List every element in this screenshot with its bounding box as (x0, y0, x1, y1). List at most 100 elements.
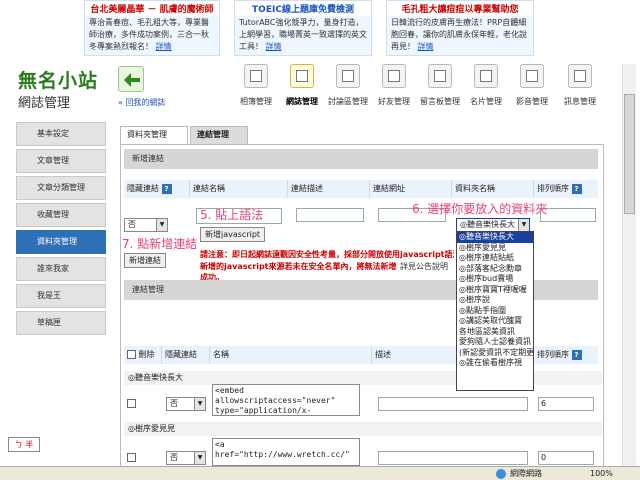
folder-option[interactable]: ◎樹序連結貼紙 (457, 253, 533, 264)
toolbar-media[interactable]: 影音管理 (508, 64, 556, 107)
folder-option[interactable]: ◎講認美取代醜寶 (457, 316, 533, 327)
album-icon (244, 64, 268, 88)
row-delete-checkbox[interactable] (127, 453, 136, 462)
new-javascript-button[interactable]: 新增javascript (200, 227, 266, 242)
ad-more-link[interactable]: 詳情 (156, 42, 172, 51)
add-link-button[interactable]: 新增連結 (124, 253, 166, 268)
row-order-input[interactable]: 6 (538, 397, 594, 411)
folder-option[interactable]: 愛狗隨人士認養資訊 (457, 337, 533, 348)
link-desc-input[interactable] (296, 208, 364, 222)
header-link-desc: 連結描述 (288, 180, 370, 198)
toolbar-label: 訊息管理 (564, 97, 596, 106)
folder-option[interactable]: (新認愛資訊不定期更 (457, 348, 533, 359)
folder-option[interactable]: ◎樹序愛見見 (457, 243, 533, 254)
row-code-textarea[interactable]: <a href="http://www.wretch.cc/" (212, 438, 360, 466)
status-zone: 網際網路 (496, 467, 542, 480)
toolbar-label: 留言板管理 (420, 97, 460, 106)
chevron-down-icon: ▼ (194, 398, 205, 410)
toolbar-guestbook[interactable]: 留言板管理 (416, 64, 464, 107)
guestbook-icon (428, 64, 452, 88)
help-icon[interactable]: ? (571, 349, 582, 360)
ime-indicator[interactable]: ㄅ 半 (8, 437, 40, 452)
blog-icon (290, 64, 314, 88)
ad-banner-3[interactable]: 毛孔粗大讓痘痘以專業幫助您 日韓流行的皮膚再生療法！PRP自體細胞回春，讓你的肌… (386, 0, 534, 56)
category-row: ◎樹序愛見見 (124, 422, 602, 436)
tab-folders[interactable]: 資料夾管理 (120, 126, 188, 144)
sidebar-item-king[interactable]: 我是王 (16, 284, 106, 308)
folder-option[interactable]: ◎聽音樂快長大 (457, 232, 533, 243)
annotation-step5: 5. 貼上語法 (200, 208, 264, 222)
folder-option[interactable]: ◎樹序寶寶T裡喔喔 (457, 285, 533, 296)
toolbar-label: 影音管理 (516, 97, 548, 106)
js-notice-line1: 請注意：即日起網誌遠觀因安全性考量，採部分開放使用javascript語法， (200, 250, 454, 259)
ad-title: 毛孔粗大讓痘痘以專業幫助您 (387, 1, 533, 16)
sidebar-item-visitors[interactable]: 誰來我家 (16, 257, 106, 281)
row-delete-checkbox[interactable] (127, 399, 136, 408)
back-arrow-icon[interactable] (118, 66, 144, 92)
folder-option[interactable]: ◎部落客紀念勳章 (457, 264, 533, 275)
help-icon[interactable]: ? (571, 183, 582, 194)
toolbar-label: 名片管理 (470, 97, 502, 106)
sidebar: 基本設定 文章管理 文章分類管理 收藏管理 資料夾管理 誰來我家 我是王 草稿匣 (16, 122, 106, 338)
header-name: 名稱 (210, 346, 372, 364)
folder-option[interactable]: ◎誰在偷看樹序視 (457, 358, 533, 369)
notice-detail-link[interactable]: 詳見公告說明 (400, 261, 448, 272)
help-icon[interactable]: ? (161, 183, 172, 194)
forum-icon (336, 64, 360, 88)
header-delete: 刪除 (124, 346, 162, 364)
ad-banner-2[interactable]: TOEIC線上題庫免費檢測 TutorABC強化競爭力，量身打造，上網學習，職場… (234, 0, 372, 56)
scrollbar-thumb[interactable] (624, 94, 635, 214)
sidebar-item-categories[interactable]: 文章分類管理 (16, 176, 106, 200)
chevron-down-icon: ▼ (518, 219, 529, 231)
sidebar-item-favorites[interactable]: 收藏管理 (16, 203, 106, 227)
folder-dropdown-list[interactable]: ◎聽音樂快長大 ◎樹序愛見見 ◎樹序連結貼紙 ◎部落客紀念勳章 ◎樹序bud賣場… (456, 231, 534, 391)
row-order-input[interactable]: 0 (538, 451, 594, 465)
toolbar-forum[interactable]: 討論區管理 (324, 64, 372, 107)
row-code-textarea[interactable]: <embed allowscriptaccess="never" type="a… (212, 384, 360, 416)
globe-icon (496, 469, 506, 479)
ad-banner-1[interactable]: 台北美麗晶華 － 肌膚的魔術師 專治青春痘、毛孔粗大等，專業醫師治療，多件成功案… (84, 0, 220, 56)
row-desc-input[interactable] (378, 451, 528, 465)
toolbar-messages[interactable]: 訊息管理 (556, 64, 604, 107)
sidebar-item-drafts[interactable]: 草稿匣 (16, 311, 106, 335)
status-bar: 網際網路 100% (0, 466, 640, 480)
delete-all-checkbox[interactable] (127, 350, 136, 359)
page-scrollbar[interactable] (622, 64, 636, 466)
tab-links[interactable]: 連結管理 (190, 126, 248, 144)
header-order: 排列順序 ? (534, 180, 598, 198)
folder-option[interactable]: 各地區認美資訊 (457, 327, 533, 338)
folder-select[interactable]: ◎聽音樂快長大 ▼ (456, 218, 530, 232)
chevron-down-icon: ▼ (194, 452, 205, 464)
ad-more-link[interactable]: 詳情 (418, 42, 434, 51)
row-hide-select[interactable]: 否 ▼ (166, 451, 206, 465)
sidebar-item-articles[interactable]: 文章管理 (16, 149, 106, 173)
hide-select[interactable]: 否 ▼ (124, 218, 168, 232)
row-hide-select[interactable]: 否 ▼ (166, 397, 206, 411)
page-title: 網誌管理 (18, 96, 71, 111)
sidebar-item-settings[interactable]: 基本設定 (16, 122, 106, 146)
sidebar-item-folders[interactable]: 資料夾管理 (16, 230, 106, 254)
folder-option[interactable]: ◎點點手指圍 (457, 306, 533, 317)
messages-icon (568, 64, 592, 88)
ad-title: TOEIC線上題庫免費檢測 (235, 1, 371, 16)
row-desc-input[interactable] (378, 397, 528, 411)
ad-more-link[interactable]: 詳情 (266, 42, 282, 51)
toolbar-album[interactable]: 相簿管理 (232, 64, 280, 107)
back-to-blog-link[interactable]: « 回我的網誌 (118, 97, 165, 108)
toolbar-label: 討論區管理 (328, 97, 368, 106)
folder-option[interactable]: ◎樹序說 (457, 295, 533, 306)
header-folder: 資料夾名稱 (452, 180, 534, 198)
toolbar-namecard[interactable]: 名片管理 (462, 64, 510, 107)
annotation-step7: 7. 點新增連結 (122, 237, 198, 251)
toolbar-label: 相簿管理 (240, 97, 272, 106)
folder-option[interactable]: ◎樹序bud賣場 (457, 274, 533, 285)
friends-icon (382, 64, 406, 88)
order-input[interactable] (540, 208, 596, 222)
toolbar-blog[interactable]: 網誌管理 (278, 64, 326, 107)
site-logo: 無名小站 (18, 70, 99, 92)
toolbar-friends[interactable]: 好友管理 (370, 64, 418, 107)
zoom-level[interactable]: 100% (590, 467, 613, 480)
toolbar-label: 好友管理 (378, 97, 410, 106)
header-hide: 隱藏連結 ? (124, 180, 190, 198)
namecard-icon (474, 64, 498, 88)
